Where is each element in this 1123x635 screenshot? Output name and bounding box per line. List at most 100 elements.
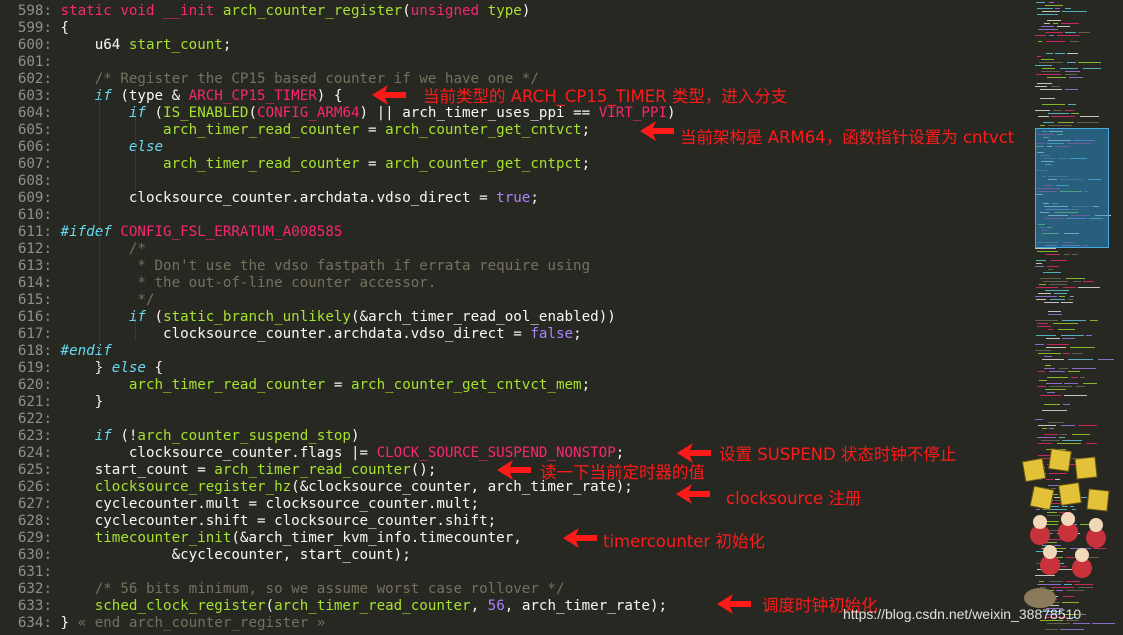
code-line[interactable]: 632: /* 56 bits minimum, so we assume wo… (0, 581, 565, 598)
minimap-line (1049, 371, 1065, 372)
code-line[interactable]: 602: /* Register the CP15 based counter … (0, 71, 539, 88)
code-token: * the out-of-line counter accessor. (60, 275, 437, 291)
code-line[interactable]: 605: arch_timer_read_counter = arch_coun… (0, 122, 590, 139)
minimap-line (1038, 353, 1061, 354)
code-line[interactable]: 609: clocksource_counter.archdata.vdso_d… (0, 190, 539, 207)
minimap-line (1060, 434, 1067, 435)
minimap-line (1038, 371, 1045, 372)
code-token: clocksource_counter.archdata.vdso_direct… (60, 190, 497, 206)
minimap-line (1083, 383, 1097, 384)
code-line[interactable]: 622: (0, 411, 61, 428)
line-number: 606: (17, 139, 52, 155)
code-line[interactable]: 603: if (type & ARCH_CP15_TIMER) { (0, 88, 343, 105)
minimap-line (1048, 311, 1061, 312)
minimap-line (1038, 425, 1056, 426)
code-line[interactable]: 618: #endif (0, 343, 112, 360)
minimap-line (1049, 284, 1067, 285)
minimap-line (1072, 254, 1078, 255)
indent-guide (135, 318, 136, 340)
code-token: ( (145, 309, 164, 325)
minimap-line (1062, 320, 1086, 321)
minimap-line (1048, 422, 1064, 423)
code-line[interactable]: 634: } « end arch_counter_register » (0, 615, 326, 632)
minimap-line (1049, 35, 1054, 36)
minimap-line (1037, 83, 1052, 84)
code-line[interactable]: 624: clocksource_counter.flags |= CLOCK_… (0, 445, 624, 462)
minimap-line (1073, 281, 1081, 282)
code-token: { (60, 20, 70, 36)
minimap-line (1040, 278, 1061, 279)
minimap-line (1057, 26, 1070, 27)
minimap-line (1047, 344, 1069, 345)
code-line[interactable]: 625: start_count = arch_timer_read_count… (0, 462, 437, 479)
code-line[interactable]: 604: if (IS_ENABLED(CONFIG_ARM64) || arc… (0, 105, 676, 122)
minimap-line (1038, 41, 1042, 42)
minimap-line (1035, 320, 1058, 321)
line-number: 622: (17, 411, 52, 427)
code-line[interactable]: 606: else (0, 139, 163, 156)
minimap-line (1078, 32, 1090, 33)
code-token: (type & (111, 88, 189, 104)
code-token: arch_timer_read_counter (60, 122, 360, 138)
code-line[interactable]: 616: if (static_branch_unlikely(&arch_ti… (0, 309, 616, 326)
line-number: 621: (17, 394, 52, 410)
code-line[interactable]: 614: * the out-of-line counter accessor. (0, 275, 437, 292)
minimap-line (1048, 269, 1053, 270)
line-number: 623: (17, 428, 52, 444)
code-line[interactable]: 630: &cyclecounter, start_count); (0, 547, 411, 564)
minimap-line (1049, 386, 1072, 387)
code-line[interactable]: 607: arch_timer_read_counter = arch_coun… (0, 156, 590, 173)
code-line[interactable]: 611: #ifdef CONFIG_FSL_ERRATUM_A008585 (0, 224, 343, 241)
code-line[interactable]: 623: if (!arch_counter_suspend_stop) (0, 428, 360, 445)
code-token: static void __init (60, 3, 223, 19)
code-line[interactable]: 598: static void __init arch_counter_reg… (0, 3, 531, 20)
minimap-viewport[interactable] (1035, 128, 1109, 248)
minimap-line (1066, 278, 1085, 279)
code-line[interactable]: 612: /* (0, 241, 146, 258)
minimap-line (1063, 287, 1076, 288)
line-number: 633: (17, 598, 52, 614)
code-token: if (60, 309, 146, 325)
minimap-line (1043, 122, 1054, 123)
code-token: arch_timer_read_counter (214, 462, 411, 478)
code-line[interactable]: 620: arch_timer_read_counter = arch_coun… (0, 377, 590, 394)
minimap-line (1078, 287, 1100, 288)
code-line[interactable]: 631: (0, 564, 61, 581)
mascot-image (1021, 448, 1110, 608)
code-token: { (145, 360, 164, 376)
code-line[interactable]: 621: } (0, 394, 103, 411)
code-line[interactable]: 601: (0, 54, 61, 71)
code-line[interactable]: 599: { (0, 20, 69, 37)
code-line[interactable]: 615: */ (0, 292, 155, 309)
code-line[interactable]: 608: (0, 173, 61, 190)
minimap-line (1040, 395, 1062, 396)
minimap-line (1048, 113, 1069, 114)
code-line[interactable]: 628: cyclecounter.shift = clocksource_co… (0, 513, 496, 530)
minimap-line (1053, 323, 1078, 324)
code-line[interactable]: 627: cyclecounter.mult = clocksource_cou… (0, 496, 479, 513)
code-token: VIRT_PPI (598, 105, 668, 121)
code-line[interactable]: 629: timecounter_init(&arch_timer_kvm_in… (0, 530, 522, 547)
code-line[interactable]: 610: (0, 207, 61, 224)
minimap-line (1053, 23, 1058, 24)
code-line[interactable]: 626: clocksource_register_hz(&clocksourc… (0, 479, 633, 496)
minimap-line (1042, 359, 1064, 360)
minimap-line (1073, 623, 1090, 624)
minimap-line (1068, 371, 1080, 372)
code-line[interactable]: 633: sched_clock_register(arch_timer_rea… (0, 598, 667, 615)
line-number: 634: (17, 615, 52, 631)
code-line[interactable]: 613: * Don't use the vdso fastpath if er… (0, 258, 590, 275)
code-line[interactable]: 617: clocksource_counter.archdata.vdso_d… (0, 326, 582, 343)
code-token: CONFIG_ARM64 (257, 105, 360, 121)
code-token: ; (530, 190, 539, 206)
minimap-line (1036, 335, 1056, 336)
code-editor[interactable]: 598: static void __init arch_counter_reg… (0, 0, 1032, 635)
minimap-line (1047, 20, 1061, 21)
code-token: arch_counter_get_cntvct (385, 122, 582, 138)
minimap-line (1044, 368, 1055, 369)
code-line[interactable]: 619: } else { (0, 360, 163, 377)
line-number: 603: (17, 88, 52, 104)
code-line[interactable]: 600: u64 start_count; (0, 37, 232, 54)
code-token: ; (581, 377, 591, 393)
code-token: else (60, 139, 164, 155)
